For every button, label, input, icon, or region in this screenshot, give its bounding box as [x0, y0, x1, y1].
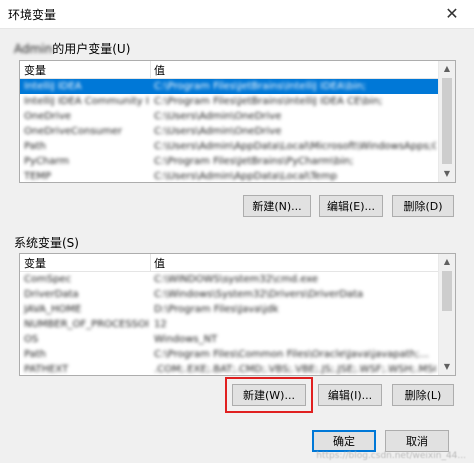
column-divider[interactable] [150, 61, 151, 78]
variable-name-cell: PATHEXT [24, 364, 69, 375]
table-row[interactable]: IntelliJ IDEA Community Ed... C:\Program … [20, 94, 438, 109]
variable-name-cell: TEMP [24, 171, 52, 182]
variable-value-cell: C:\Users\Admin\AppData\Local\Temp [154, 171, 338, 182]
scroll-thumb[interactable] [442, 78, 452, 164]
user-variables-list[interactable]: 变量 值 IntelliJ IDEA C:\Program Files\JetBr… [19, 60, 456, 183]
variable-name-cell: JAVA_HOME [24, 304, 82, 315]
table-row[interactable]: JAVA_HOME D:\Program Files\Java\jdk [20, 302, 438, 317]
variable-name-cell: OneDrive [24, 111, 72, 122]
variable-name-cell: OneDriveConsumer [24, 126, 123, 137]
cancel-button[interactable]: 取消 [385, 430, 449, 452]
table-row[interactable]: TEMP C:\Users\Admin\AppData\Local\Temp [20, 169, 438, 182]
watermark-text: https://blog.csdn.net/weixin_44... [316, 451, 466, 461]
window-title: 环境变量 [8, 8, 57, 22]
variable-value-cell: C:\Windows\System32\Drivers\DriverData [154, 289, 364, 300]
close-icon[interactable]: ✕ [430, 0, 474, 28]
table-row[interactable]: OS Windows_NT [20, 332, 438, 347]
variable-name-cell: Path [24, 141, 46, 152]
system-edit-button[interactable]: 编辑(I)... [318, 384, 382, 406]
variable-name-cell: DriverData [24, 289, 79, 300]
variable-value-cell: 12 [154, 319, 167, 330]
table-row[interactable]: DriverData C:\Windows\System32\Drivers\Dr… [20, 287, 438, 302]
system-variables-label: 系统变量(S) [14, 236, 79, 250]
user-name-blurred: Admin [14, 42, 53, 56]
variable-value-cell: C:\Program Files\Common Files\Oracle\Jav… [154, 349, 429, 360]
table-row[interactable]: OneDriveConsumer C:\Users\Admin\OneDrive [20, 124, 438, 139]
system-delete-button[interactable]: 删除(L) [392, 384, 454, 406]
variable-name-cell: IntelliJ IDEA [24, 81, 82, 92]
column-divider[interactable] [150, 254, 151, 271]
variable-value-cell: D:\Program Files\Java\jdk [154, 304, 279, 315]
scroll-down-icon[interactable]: ▼ [439, 359, 455, 375]
variable-name-cell: OS [24, 334, 39, 345]
list-header: 变量 值 [20, 254, 438, 272]
user-variables-label-text: 的用户变量(U) [52, 42, 131, 56]
variable-value-cell: C:\WINDOWS\system32\cmd.exe [154, 274, 318, 285]
system-list-scrollbar[interactable]: ▲ ▼ [438, 254, 455, 375]
user-edit-button[interactable]: 编辑(E)... [319, 195, 383, 217]
column-header-value[interactable]: 值 [154, 62, 165, 78]
ok-button[interactable]: 确定 [312, 430, 376, 452]
variable-value-cell: C:\Users\Admin\OneDrive [154, 126, 282, 137]
table-row[interactable]: NUMBER_OF_PROCESSORS 12 [20, 317, 438, 332]
user-variables-label: Admin的用户变量(U) [14, 40, 130, 57]
scroll-up-icon[interactable]: ▲ [439, 61, 455, 77]
variable-name-cell: Path [24, 349, 46, 360]
variable-value-cell: .COM;.EXE;.BAT;.CMD;.VBS;.VBE;.JS;.JSE;.… [154, 364, 436, 375]
scroll-up-icon[interactable]: ▲ [439, 254, 455, 270]
table-row[interactable]: Path C:\Program Files\Common Files\Oracle… [20, 347, 438, 362]
system-new-button[interactable]: 新建(W)... [232, 384, 306, 406]
column-header-variable[interactable]: 变量 [24, 62, 46, 78]
table-row[interactable]: Path C:\Users\Admin\AppData\Local\Microso… [20, 139, 438, 154]
table-row[interactable]: IntelliJ IDEA C:\Program Files\JetBrains\… [20, 79, 438, 94]
user-delete-button[interactable]: 删除(D) [392, 195, 454, 217]
table-row[interactable]: PyCharm C:\Program Files\JetBrains\PyChar… [20, 154, 438, 169]
table-row[interactable]: PATHEXT .COM;.EXE;.BAT;.CMD;.VBS;.VBE;.JS… [20, 362, 438, 375]
variable-name-cell: ComSpec [24, 274, 72, 285]
variable-value-cell: C:\Program Files\JetBrains\PyCharm\bin; [154, 156, 354, 167]
user-new-button[interactable]: 新建(N)... [243, 195, 311, 217]
column-header-value[interactable]: 值 [154, 255, 165, 271]
variable-name-cell: NUMBER_OF_PROCESSORS [24, 319, 148, 330]
scroll-down-icon[interactable]: ▼ [439, 166, 455, 182]
variable-value-cell: C:\Users\Admin\AppData\Local\Microsoft\W… [154, 141, 436, 152]
variable-value-cell: C:\Users\Admin\OneDrive [154, 111, 282, 122]
variable-name-cell: IntelliJ IDEA Community Ed... [24, 96, 148, 107]
system-variables-list[interactable]: 变量 值 ComSpec C:\WINDOWS\system32\cmd.exe D… [19, 253, 456, 376]
column-header-variable[interactable]: 变量 [24, 255, 46, 271]
variable-name-cell: PyCharm [24, 156, 70, 167]
variable-value-cell: C:\Program Files\JetBrains\IntelliJ IDEA… [154, 81, 367, 92]
scroll-thumb[interactable] [442, 271, 452, 311]
list-header: 变量 值 [20, 61, 438, 79]
title-bar: 环境变量 ✕ [0, 0, 474, 29]
variable-value-cell: C:\Program Files\JetBrains\IntelliJ IDEA… [154, 96, 383, 107]
table-row[interactable]: OneDrive C:\Users\Admin\OneDrive [20, 109, 438, 124]
table-row[interactable]: ComSpec C:\WINDOWS\system32\cmd.exe [20, 272, 438, 287]
variable-value-cell: Windows_NT [154, 334, 218, 345]
user-list-scrollbar[interactable]: ▲ ▼ [438, 61, 455, 182]
